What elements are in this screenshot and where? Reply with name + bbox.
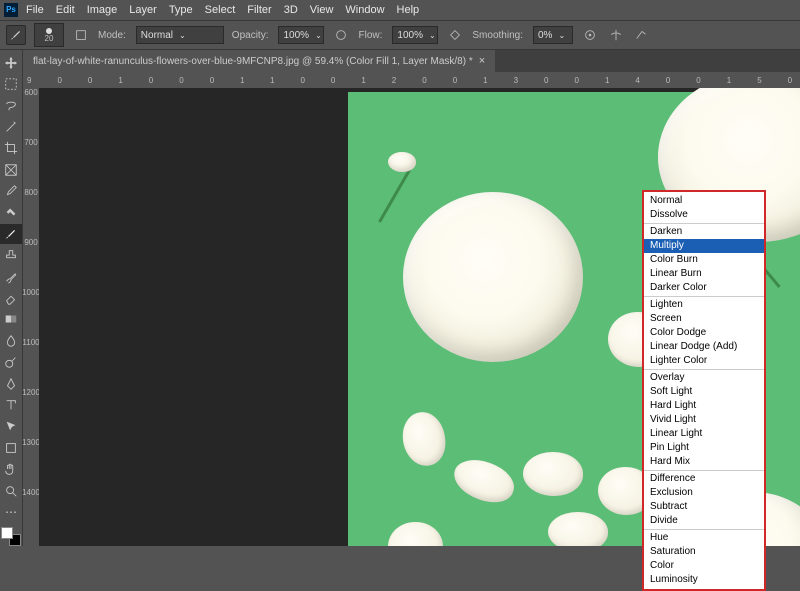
brush-settings-icon[interactable] [72, 26, 90, 44]
marquee-tool-icon[interactable] [0, 74, 22, 93]
type-tool-icon[interactable] [0, 395, 22, 414]
blend-option-subtract[interactable]: Subtract [644, 500, 764, 514]
blend-option-saturation[interactable]: Saturation [644, 545, 764, 559]
blend-option-hard-light[interactable]: Hard Light [644, 399, 764, 413]
active-tool-brush-icon[interactable] [6, 25, 26, 45]
mode-select[interactable]: Normal ⌄ [136, 26, 224, 44]
menu-layer[interactable]: Layer [129, 4, 157, 16]
menu-3d[interactable]: 3D [284, 4, 298, 16]
options-bar: 20 Mode: Normal ⌄ Opacity: 100% ⌄ Flow: 10… [0, 20, 800, 50]
menu-image[interactable]: Image [87, 4, 118, 16]
blend-option-darker-color[interactable]: Darker Color [644, 281, 764, 295]
document-tabs: flat-lay-of-white-ranunculus-flowers-ove… [23, 50, 800, 72]
ruler-horizontal: 900100011001200130014001500160017001800 [23, 72, 800, 88]
close-icon[interactable]: × [479, 55, 485, 67]
chevron-down-icon: ⌄ [179, 31, 186, 40]
blend-option-lighten[interactable]: Lighten [644, 298, 764, 312]
history-brush-icon[interactable] [0, 267, 22, 286]
mode-label: Mode: [98, 30, 126, 41]
menu-view[interactable]: View [310, 4, 334, 16]
blend-option-normal[interactable]: Normal [644, 194, 764, 208]
blend-option-divide[interactable]: Divide [644, 514, 764, 528]
chevron-down-icon: ⌄ [429, 31, 436, 40]
blend-option-color-dodge[interactable]: Color Dodge [644, 326, 764, 340]
blend-option-multiply[interactable]: Multiply [644, 239, 764, 253]
ruler-vertical: 60070080090010001100120013001400 [23, 88, 39, 546]
blend-option-screen[interactable]: Screen [644, 312, 764, 326]
menu-type[interactable]: Type [169, 4, 193, 16]
blend-option-vivid-light[interactable]: Vivid Light [644, 413, 764, 427]
menu-help[interactable]: Help [397, 4, 420, 16]
gradient-tool-icon[interactable] [0, 310, 22, 329]
eraser-tool-icon[interactable] [0, 288, 22, 307]
blend-option-linear-dodge-add-[interactable]: Linear Dodge (Add) [644, 340, 764, 354]
eyedropper-tool-icon[interactable] [0, 181, 22, 200]
blend-mode-dropdown[interactable]: NormalDissolveDarkenMultiplyColor BurnLi… [642, 190, 766, 591]
path-select-icon[interactable] [0, 417, 22, 436]
blend-option-difference[interactable]: Difference [644, 472, 764, 486]
menu-edit[interactable]: Edit [56, 4, 75, 16]
edit-toolbar-icon[interactable]: ⋯ [0, 502, 22, 521]
opacity-value: 100% [283, 30, 309, 41]
smoothing-options-icon[interactable] [581, 26, 599, 44]
blend-option-color-burn[interactable]: Color Burn [644, 253, 764, 267]
lasso-tool-icon[interactable] [0, 96, 22, 115]
healing-tool-icon[interactable] [0, 203, 22, 222]
blend-option-hard-mix[interactable]: Hard Mix [644, 455, 764, 469]
mode-value: Normal [141, 30, 173, 41]
airbrush-icon[interactable] [446, 26, 464, 44]
menu-window[interactable]: Window [345, 4, 384, 16]
document-tab[interactable]: flat-lay-of-white-ranunculus-flowers-ove… [23, 50, 495, 72]
wand-tool-icon[interactable] [0, 117, 22, 136]
crop-tool-icon[interactable] [0, 139, 22, 158]
zoom-tool-icon[interactable] [0, 481, 22, 500]
opacity-label: Opacity: [232, 30, 269, 41]
stamp-tool-icon[interactable] [0, 246, 22, 265]
menu-file[interactable]: File [26, 4, 44, 16]
pressure-opacity-icon[interactable] [332, 26, 350, 44]
blur-tool-icon[interactable] [0, 331, 22, 350]
blend-option-luminosity[interactable]: Luminosity [644, 573, 764, 587]
brush-preset-picker[interactable]: 20 [34, 23, 64, 47]
blend-option-linear-light[interactable]: Linear Light [644, 427, 764, 441]
smoothing-select[interactable]: 0% ⌄ [533, 26, 573, 44]
shape-tool-icon[interactable] [0, 438, 22, 457]
hand-tool-icon[interactable] [0, 459, 22, 478]
opacity-select[interactable]: 100% ⌄ [278, 26, 324, 44]
blend-option-hue[interactable]: Hue [644, 531, 764, 545]
flow-label: Flow: [358, 30, 382, 41]
flow-select[interactable]: 100% ⌄ [392, 26, 438, 44]
symmetry-icon[interactable] [607, 26, 625, 44]
blend-option-dissolve[interactable]: Dissolve [644, 208, 764, 222]
blend-option-lighter-color[interactable]: Lighter Color [644, 354, 764, 368]
pressure-size-icon[interactable] [633, 26, 651, 44]
color-swatch[interactable] [1, 527, 21, 546]
blend-option-soft-light[interactable]: Soft Light [644, 385, 764, 399]
app-logo: Ps [4, 3, 18, 17]
toolbox: ⋯ [0, 50, 23, 546]
blend-option-color[interactable]: Color [644, 559, 764, 573]
move-tool-icon[interactable] [0, 53, 22, 72]
pen-tool-icon[interactable] [0, 374, 22, 393]
flow-value: 100% [397, 30, 423, 41]
blend-option-exclusion[interactable]: Exclusion [644, 486, 764, 500]
dodge-tool-icon[interactable] [0, 352, 22, 371]
chevron-down-icon: ⌄ [558, 31, 565, 40]
menu-filter[interactable]: Filter [247, 4, 271, 16]
blend-option-overlay[interactable]: Overlay [644, 371, 764, 385]
menubar: Ps File Edit Image Layer Type Select Fil… [0, 0, 800, 20]
brush-tool-icon[interactable] [0, 224, 22, 243]
blend-option-linear-burn[interactable]: Linear Burn [644, 267, 764, 281]
frame-tool-icon[interactable] [0, 160, 22, 179]
smoothing-label: Smoothing: [472, 30, 523, 41]
menu-select[interactable]: Select [205, 4, 236, 16]
document-title: flat-lay-of-white-ranunculus-flowers-ove… [33, 56, 473, 67]
blend-option-pin-light[interactable]: Pin Light [644, 441, 764, 455]
chevron-down-icon: ⌄ [315, 31, 322, 40]
blend-option-darken[interactable]: Darken [644, 225, 764, 239]
smoothing-value: 0% [538, 30, 552, 41]
brush-size-value: 20 [45, 34, 54, 43]
fg-color-swatch[interactable] [1, 527, 13, 539]
